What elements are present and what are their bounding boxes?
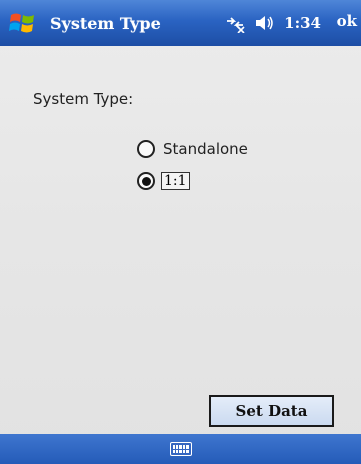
- system-type-label: System Type:: [33, 90, 134, 108]
- clock[interactable]: 1:34: [284, 14, 321, 32]
- radio-selected-dot: [141, 176, 151, 186]
- keyboard-icon[interactable]: [169, 442, 192, 456]
- start-button[interactable]: [0, 0, 44, 46]
- screen: System Type 1:34 ok System Type: Standal…: [0, 0, 361, 464]
- radio-label-1-1[interactable]: 1:1: [161, 172, 190, 190]
- menu-bar: [0, 434, 361, 464]
- set-data-button[interactable]: Set Data: [209, 395, 334, 427]
- radio-button-1-1[interactable]: [137, 172, 155, 190]
- title-bar: System Type 1:34 ok: [0, 0, 361, 46]
- volume-icon[interactable]: [254, 14, 274, 32]
- radio-option-1-1[interactable]: 1:1: [137, 172, 190, 190]
- window-title: System Type: [50, 13, 161, 33]
- status-area: 1:34: [224, 0, 321, 46]
- radio-button-standalone[interactable]: [137, 140, 155, 158]
- connectivity-icon[interactable]: [224, 13, 246, 33]
- ok-button[interactable]: ok: [337, 12, 357, 30]
- radio-option-standalone[interactable]: Standalone: [137, 140, 248, 158]
- radio-label-standalone[interactable]: Standalone: [163, 140, 248, 158]
- windows-start-icon: [9, 13, 34, 33]
